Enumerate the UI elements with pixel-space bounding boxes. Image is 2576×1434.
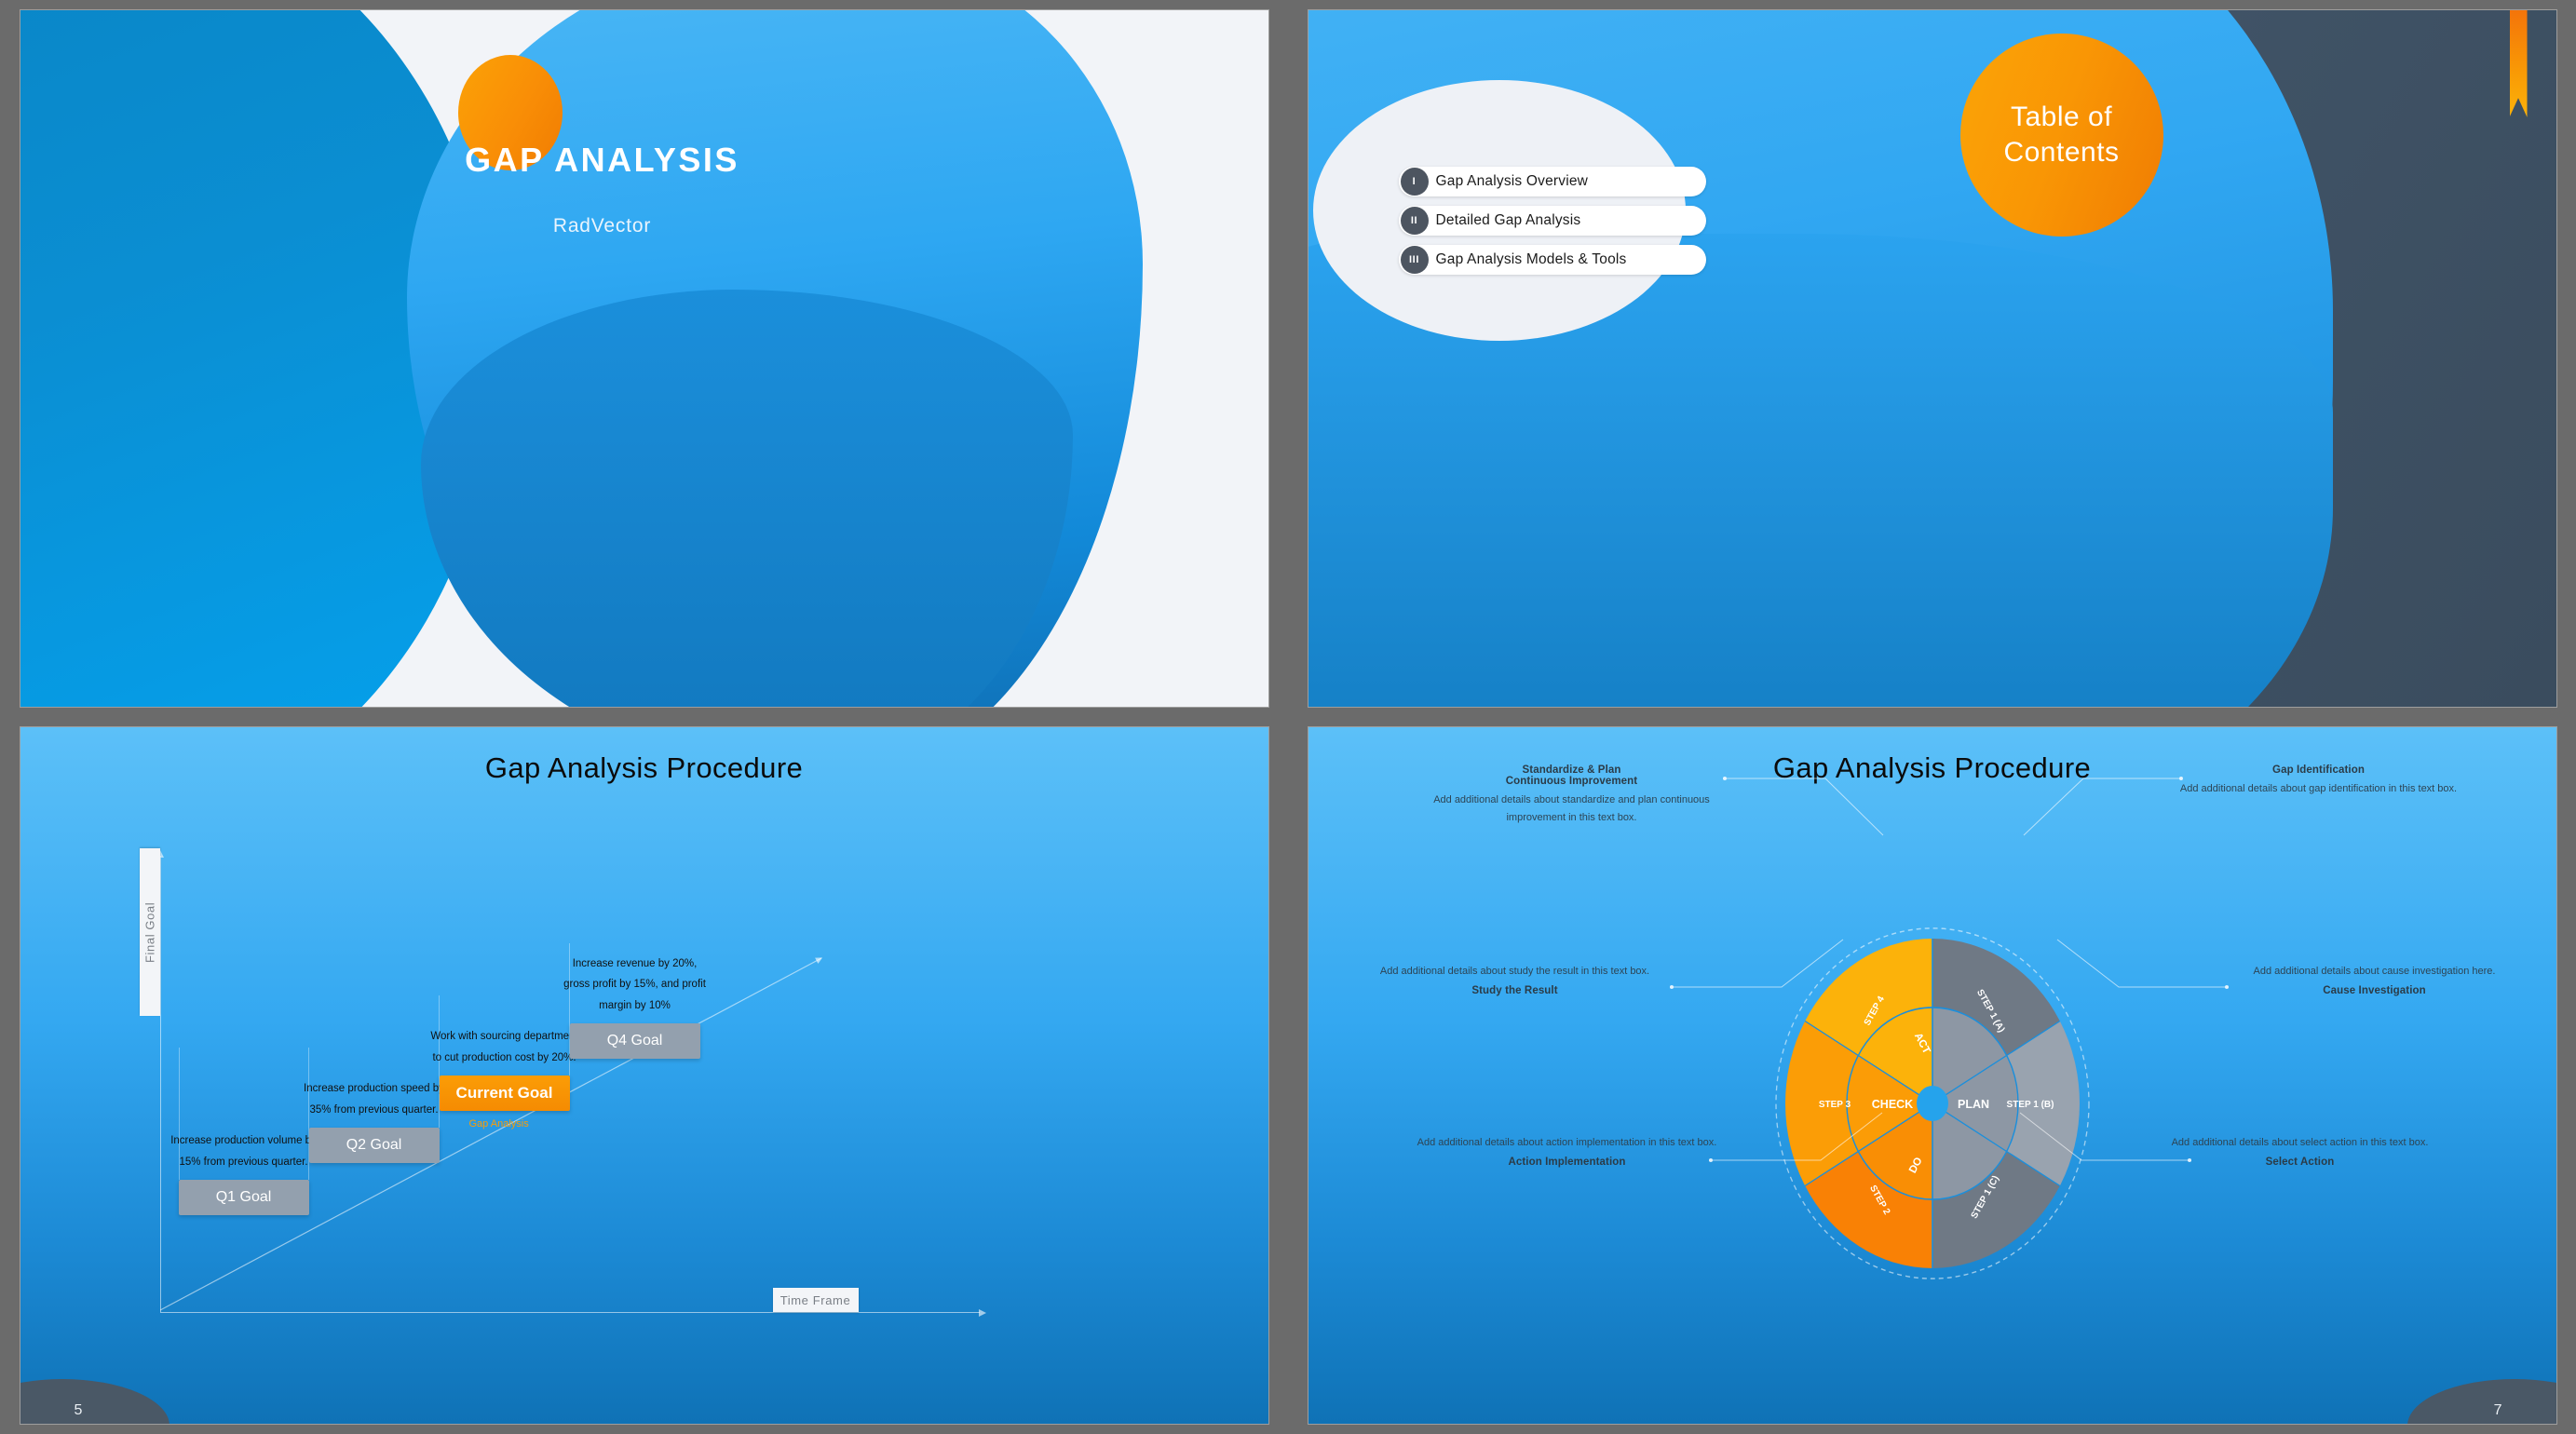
annotation-heading: Select Action	[2265, 1156, 2335, 1168]
corner-shape	[20, 1379, 169, 1424]
annotation-select-action: Add additional details about select acti…	[2151, 1130, 2449, 1168]
slide-cell-4: Gap Analysis Procedure PLAN DO CHECK ACT…	[1288, 717, 2576, 1434]
annotation-body: Add additional details about action impl…	[1417, 1137, 1717, 1148]
page-number: 5	[74, 1402, 83, 1418]
stair-step-label: Current Goal	[439, 1076, 570, 1111]
annotation-heading: Standardize & Plan Continuous Improvemen…	[1505, 764, 1638, 787]
stair-step-note: Increase production volume by 15% from p…	[170, 1135, 317, 1168]
annotation-study-result: Add additional details about study the r…	[1366, 958, 1664, 996]
leader-line-bottom-left	[1708, 1109, 1886, 1165]
page-title: Gap Analysis Procedure	[484, 751, 804, 784]
leader-line-mid-left	[1669, 936, 1847, 992]
page-number-corner: 5	[20, 1375, 183, 1424]
gap-analysis-caption: Gap Analysis	[468, 1118, 529, 1130]
stair-step-note: Increase production speed by 35% from pr…	[304, 1083, 444, 1116]
slide-gap-analysis-procedure-wheel[interactable]: Gap Analysis Procedure PLAN DO CHECK ACT…	[1308, 727, 2556, 1424]
annotation-heading: Gap Identification	[2272, 764, 2365, 776]
page-number: 7	[2493, 1402, 2502, 1418]
annotation-body: Add additional details about standardize…	[1433, 794, 1710, 824]
annotation-body: Add additional details about gap identif…	[2179, 783, 2458, 794]
slide-cell-1: GAP ANALYSIS RadVector	[0, 0, 1288, 717]
leader-line-top-left	[1722, 776, 1891, 841]
annotation-action-implementation: Add additional details about action impl…	[1409, 1130, 1726, 1168]
y-axis-label: Final Goal	[139, 848, 160, 1016]
corner-shape	[2407, 1379, 2556, 1424]
riser-line	[178, 1048, 180, 1180]
slide-cell-3: Gap Analysis Procedure Final Goal Time F…	[0, 717, 1288, 1434]
slide-gap-analysis-procedure-stairs[interactable]: Gap Analysis Procedure Final Goal Time F…	[20, 727, 1268, 1424]
toc-item-3[interactable]: III Gap Analysis Models & Tools	[1398, 245, 1706, 275]
slide-table-of-contents[interactable]: Table of Contents I Gap Analysis Overvie…	[1308, 10, 2556, 707]
stair-step-note: Increase revenue by 20%, gross profit by…	[563, 957, 706, 1011]
horizontal-axis	[159, 1308, 986, 1317]
stair-step-q1[interactable]: Increase production volume by 15% from p…	[170, 1048, 317, 1215]
annotation-body: Add additional details about cause inves…	[2253, 966, 2496, 977]
toc-heading: Table of Contents	[2003, 101, 2120, 168]
annotation-heading: Cause Investigation	[2323, 985, 2426, 997]
toc-item-label: Gap Analysis Models & Tools	[1435, 251, 1627, 267]
annotation-gap-identification: Gap Identification Add additional detail…	[2179, 764, 2459, 798]
annotation-body: Add additional details about study the r…	[1379, 966, 1650, 977]
pdca-wheel-diagram: PLAN DO CHECK ACT STEP 1 (A) STEP 1 (B) …	[1308, 727, 2556, 1424]
gap-trend-line	[159, 856, 980, 1312]
toc-item-2[interactable]: II Detailed Gap Analysis	[1398, 206, 1706, 236]
stair-step-current[interactable]: Work with sourcing department to cut pro…	[430, 943, 578, 1130]
toc-heading-circle: Table of Contents	[1959, 34, 2163, 237]
page-subtitle: RadVector	[552, 215, 652, 237]
stair-chart: Final Goal Time Frame Increase productio…	[139, 828, 1141, 1387]
stair-step-q4[interactable]: Increase revenue by 20%, gross profit by…	[563, 958, 706, 1059]
page-number-corner: 7	[2393, 1375, 2556, 1424]
stair-step-label: Q1 Goal	[178, 1180, 309, 1215]
stair-step-note: Work with sourcing department to cut pro…	[430, 1031, 578, 1063]
stair-step-label: Q4 Goal	[569, 1023, 700, 1059]
stair-step-q2[interactable]: Increase production speed by 35% from pr…	[304, 995, 444, 1163]
toc-number-badge: II	[1400, 207, 1429, 235]
toc-number-badge: I	[1400, 168, 1429, 196]
toc-list: I Gap Analysis Overview II Detailed Gap …	[1398, 167, 1706, 284]
leader-line-mid-right	[2054, 936, 2230, 992]
toc-item-label: Detailed Gap Analysis	[1435, 212, 1581, 228]
slide-title[interactable]: GAP ANALYSIS RadVector	[20, 10, 1268, 707]
slide-thumbnail-grid: GAP ANALYSIS RadVector Table of Contents…	[0, 0, 2576, 1434]
annotation-cause-investigation: Add additional details about cause inves…	[2226, 958, 2524, 996]
x-axis-label: Time Frame	[772, 1288, 859, 1312]
toc-number-badge: III	[1400, 246, 1429, 274]
annotation-body: Add additional details about select acti…	[2171, 1137, 2429, 1148]
title-block: GAP ANALYSIS RadVector	[20, 10, 1268, 707]
stair-step-label: Q2 Goal	[308, 1128, 440, 1163]
annotation-heading: Study the Result	[1471, 985, 1558, 997]
toc-item-1[interactable]: I Gap Analysis Overview	[1398, 167, 1706, 196]
page-title: GAP ANALYSIS	[465, 141, 739, 179]
toc-item-label: Gap Analysis Overview	[1435, 173, 1589, 189]
annotation-heading: Action Implementation	[1508, 1156, 1626, 1168]
wheel-inner-label-plan: PLAN	[1957, 1098, 1988, 1111]
slide-cell-2: Table of Contents I Gap Analysis Overvie…	[1288, 0, 2576, 717]
annotation-standardize-plan: Standardize & Plan Continuous Improvemen…	[1418, 764, 1726, 828]
leader-line-top-right	[2016, 776, 2184, 841]
